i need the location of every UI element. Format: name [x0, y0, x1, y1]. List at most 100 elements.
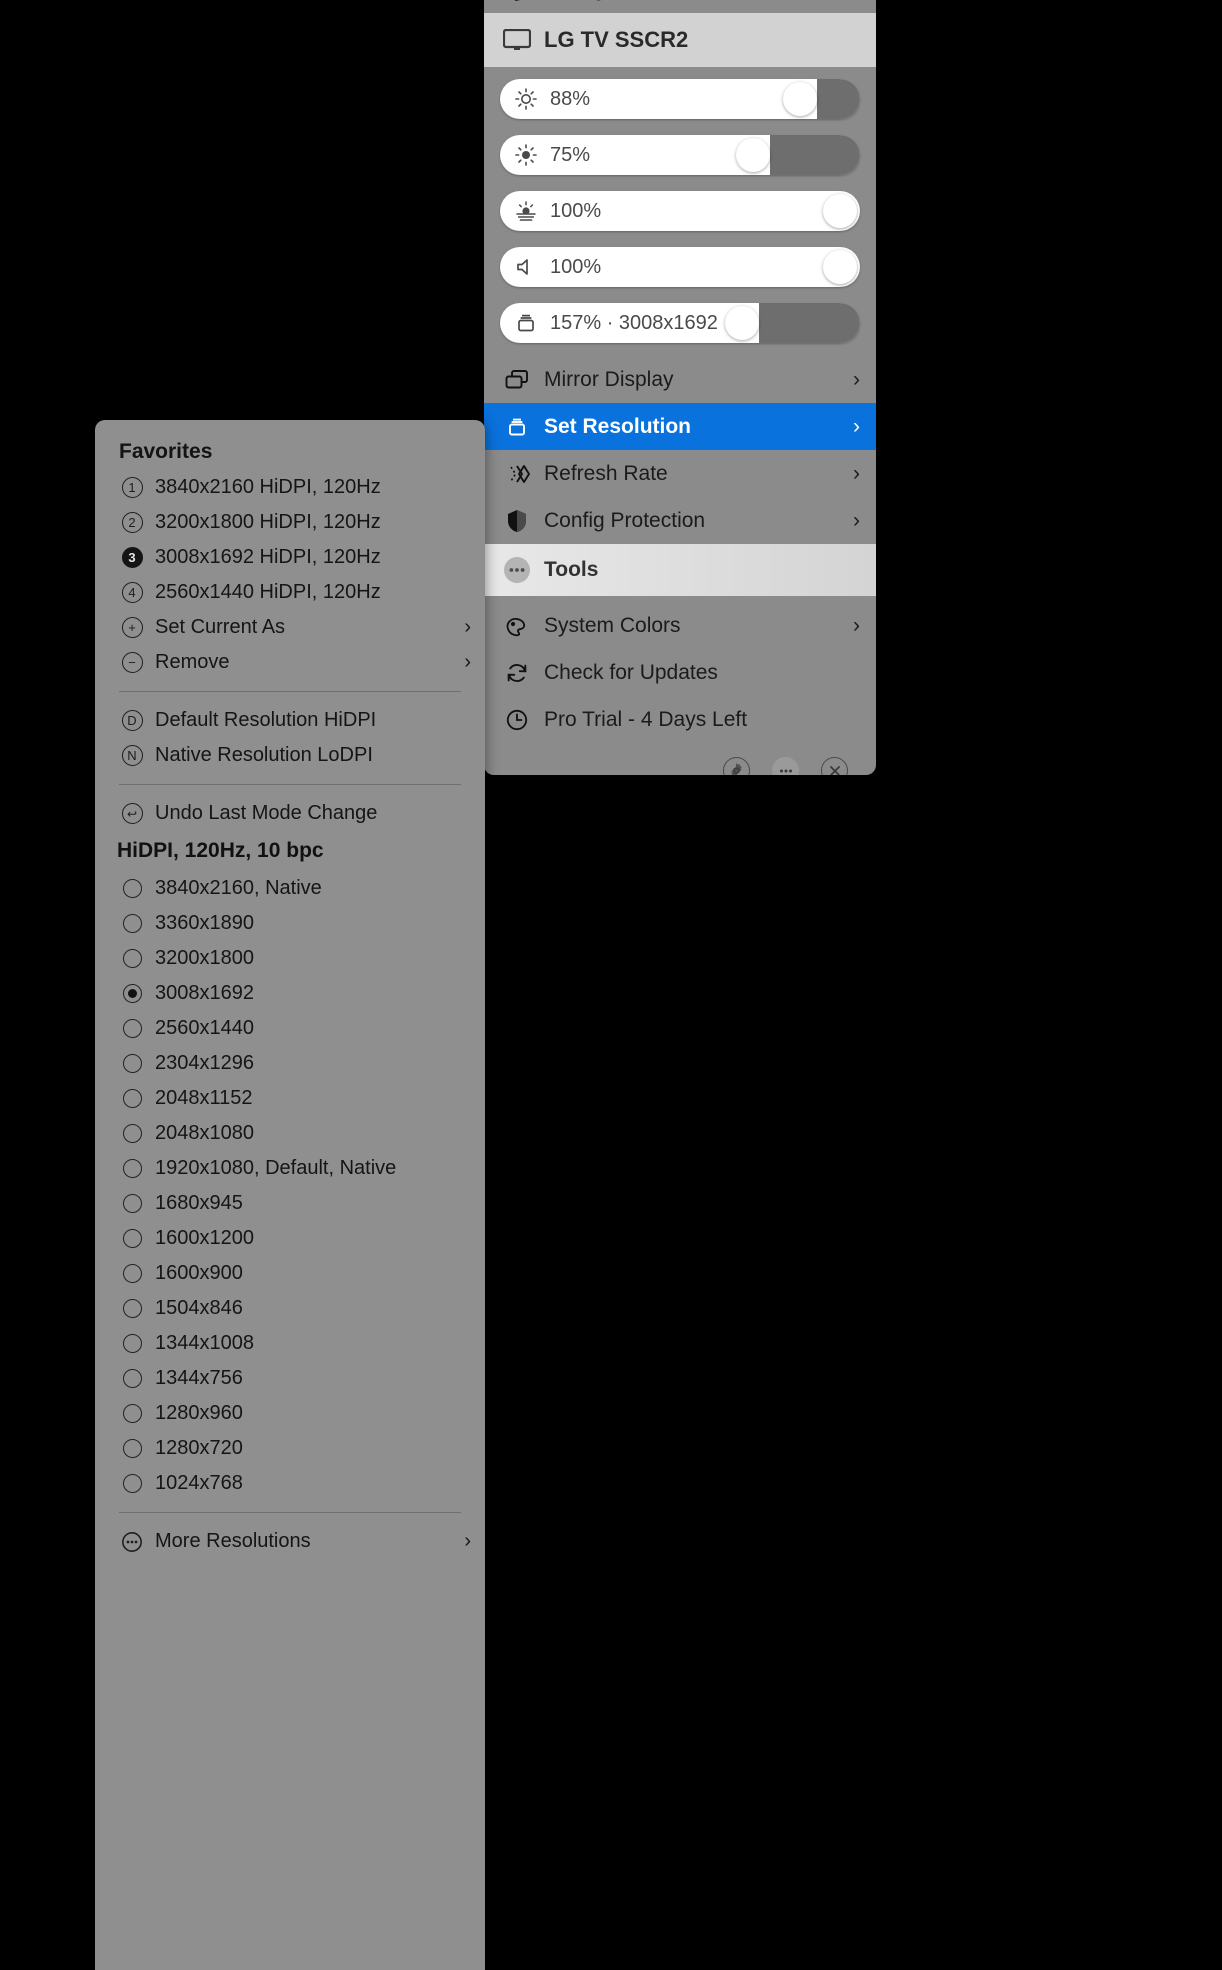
menu-item-refresh-rate[interactable]: Refresh Rate ›: [484, 450, 876, 497]
resolution-option[interactable]: 1280x960: [95, 1396, 485, 1431]
slider-track[interactable]: 88%: [500, 79, 860, 119]
menu-item-tools[interactable]: Tools: [484, 544, 876, 596]
menu-item-config-protection[interactable]: Config Protection ›: [484, 497, 876, 544]
set-current-as-item[interactable]: + Set Current As ›: [95, 610, 485, 645]
favorite-label: Remove: [155, 651, 230, 673]
radio-button-icon[interactable]: [119, 1299, 145, 1318]
radio-button-icon[interactable]: [119, 914, 145, 933]
slider-contrast[interactable]: 75%: [484, 124, 876, 180]
quit-close-icon[interactable]: [821, 757, 848, 775]
slider-value-label: 157% · 3008x1692: [550, 311, 718, 334]
resolution-label: 1920x1080, Default, Native: [155, 1157, 397, 1179]
resolution-option[interactable]: 1504x846: [95, 1291, 485, 1326]
favorite-label: 3840x2160 HiDPI, 120Hz: [155, 476, 381, 498]
resolution-option[interactable]: 1280x720: [95, 1431, 485, 1466]
more-resolutions-item[interactable]: More Resolutions ›: [95, 1524, 485, 1559]
favorite-item-3[interactable]: 3 3008x1692 HiDPI, 120Hz: [95, 540, 485, 575]
undo-arrow-icon: ↩: [119, 803, 145, 824]
mirror-display-icon: [500, 368, 534, 392]
slider-track[interactable]: 100%: [500, 247, 860, 287]
divider: [119, 691, 461, 692]
resolution-label: 1280x720: [155, 1437, 243, 1459]
letter-badge-n-icon: N: [119, 745, 145, 766]
slider-thumb[interactable]: [725, 306, 760, 340]
resolution-option[interactable]: 1344x1008: [95, 1326, 485, 1361]
resolution-option[interactable]: 2304x1296: [95, 1046, 485, 1081]
resolution-option[interactable]: 1344x756: [95, 1361, 485, 1396]
radio-button-icon[interactable]: [119, 1334, 145, 1353]
radio-button-icon[interactable]: [119, 1019, 145, 1038]
radio-button-icon[interactable]: [119, 879, 145, 898]
resolution-label: 3008x1692: [155, 982, 254, 1004]
resolution-option[interactable]: 3840x2160, Native: [95, 871, 485, 906]
ellipsis-circle-icon: [500, 556, 534, 584]
radio-button-icon[interactable]: [119, 1229, 145, 1248]
resolution-option[interactable]: 2048x1080: [95, 1116, 485, 1151]
radio-button-icon[interactable]: [119, 1474, 145, 1493]
resolution-option[interactable]: 1920x1080, Default, Native: [95, 1151, 485, 1186]
slider-thumb[interactable]: [823, 250, 857, 284]
resolution-option[interactable]: 3008x1692: [95, 976, 485, 1011]
resolution-option[interactable]: 1024x768: [95, 1466, 485, 1501]
resolution-option[interactable]: 3200x1800: [95, 941, 485, 976]
radio-button-icon[interactable]: [119, 1089, 145, 1108]
sun-filled-icon: [514, 143, 538, 167]
slider-ambient[interactable]: 100%: [484, 180, 876, 236]
favorite-item-4[interactable]: 4 2560x1440 HiDPI, 120Hz: [95, 575, 485, 610]
slider-value-label: 100%: [550, 255, 602, 278]
native-resolution-lodpi-item[interactable]: N Native Resolution LoDPI: [95, 738, 485, 773]
radio-button-icon[interactable]: [119, 1159, 145, 1178]
radio-button-icon[interactable]: [119, 984, 145, 1003]
radio-button-icon[interactable]: [119, 1054, 145, 1073]
chevron-right-icon: ›: [853, 614, 860, 637]
resolution-group-heading: HiDPI, 120Hz, 10 bpc: [117, 839, 324, 862]
menu-item-mirror-display[interactable]: Mirror Display ›: [484, 356, 876, 403]
menu-item-config-protection-top[interactable]: Config Protection ›: [484, 0, 876, 13]
slider-thumb[interactable]: [782, 82, 817, 116]
favorite-item-1[interactable]: 1 3840x2160 HiDPI, 120Hz: [95, 470, 485, 505]
resolution-option[interactable]: 1680x945: [95, 1186, 485, 1221]
resolution-label: 1344x1008: [155, 1332, 254, 1354]
resolution-option[interactable]: 1600x900: [95, 1256, 485, 1291]
menu-item-label: Pro Trial - 4 Days Left: [544, 707, 748, 731]
slider-track[interactable]: 75%: [500, 135, 860, 175]
remove-item[interactable]: − Remove ›: [95, 645, 485, 680]
slider-thumb[interactable]: [736, 138, 770, 172]
resolution-option[interactable]: 3360x1890: [95, 906, 485, 941]
resolution-option[interactable]: 2560x1440: [95, 1011, 485, 1046]
more-ellipsis-icon[interactable]: [772, 757, 799, 775]
chevron-right-icon: ›: [853, 509, 860, 532]
settings-gear-icon[interactable]: [723, 757, 750, 775]
menu-item-set-resolution[interactable]: Set Resolution ›: [484, 403, 876, 450]
slider-volume[interactable]: 100%: [484, 236, 876, 292]
menu-item-check-for-updates[interactable]: Check for Updates: [484, 649, 876, 696]
resolution-option[interactable]: 1600x1200: [95, 1221, 485, 1256]
menu-item-system-colors[interactable]: System Colors ›: [484, 602, 876, 649]
slider-track[interactable]: 157% · 3008x1692: [500, 303, 860, 343]
minus-circle-icon: −: [119, 652, 145, 673]
slider-track[interactable]: 100%: [500, 191, 860, 231]
undo-last-mode-change-item[interactable]: ↩ Undo Last Mode Change: [95, 796, 485, 831]
radio-button-icon[interactable]: [119, 1439, 145, 1458]
slider-thumb[interactable]: [823, 194, 857, 228]
default-resolution-hidpi-item[interactable]: D Default Resolution HiDPI: [95, 703, 485, 738]
radio-button-icon[interactable]: [119, 1124, 145, 1143]
radio-button-icon[interactable]: [119, 1194, 145, 1213]
set-resolution-submenu: Favorites 1 3840x2160 HiDPI, 120Hz 2 320…: [95, 420, 485, 1970]
radio-button-icon[interactable]: [119, 1369, 145, 1388]
resolution-label: 1280x960: [155, 1402, 243, 1424]
resolution-option[interactable]: 2048x1152: [95, 1081, 485, 1116]
favorite-item-2[interactable]: 2 3200x1800 HiDPI, 120Hz: [95, 505, 485, 540]
color-palette-icon: [500, 614, 534, 638]
sunrise-icon: [514, 199, 538, 223]
radio-button-icon[interactable]: [119, 1404, 145, 1423]
slider-brightness[interactable]: 88%: [484, 67, 876, 124]
menu-item-pro-trial[interactable]: Pro Trial - 4 Days Left: [484, 696, 876, 743]
speaker-icon: [514, 255, 538, 279]
chevron-right-icon: ›: [464, 1530, 471, 1552]
slider-resolution[interactable]: 157% · 3008x1692: [484, 292, 876, 348]
radio-button-icon[interactable]: [119, 1264, 145, 1283]
display-header-lg-tv-sscr2[interactable]: LG TV SSCR2: [484, 13, 876, 67]
slider-track-remainder: [770, 135, 860, 175]
radio-button-icon[interactable]: [119, 949, 145, 968]
